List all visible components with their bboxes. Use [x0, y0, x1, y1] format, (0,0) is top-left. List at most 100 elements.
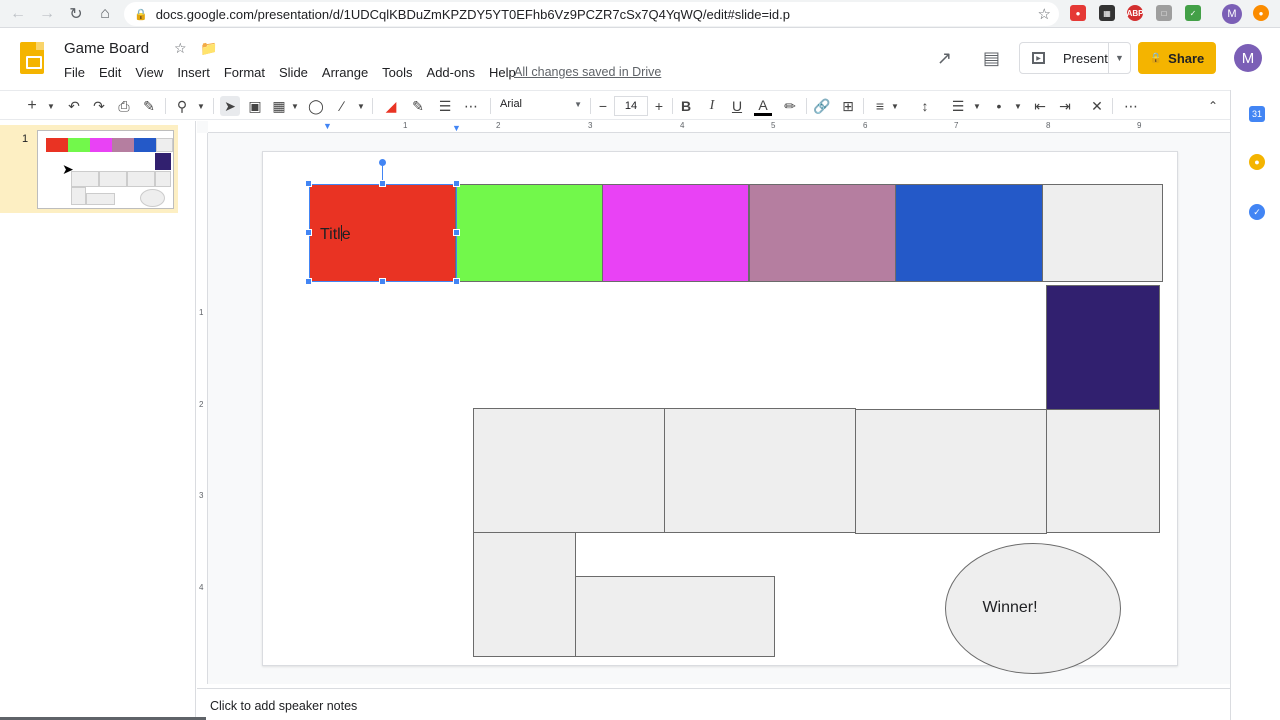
- menu-arrange[interactable]: Arrange: [322, 65, 368, 80]
- forward-icon[interactable]: →: [33, 0, 61, 28]
- undo-icon[interactable]: ↶: [66, 96, 82, 116]
- vertical-ruler[interactable]: 1 2 3 4: [197, 133, 208, 684]
- fill-color-icon[interactable]: ◢: [382, 96, 400, 116]
- board-space-navy[interactable]: [1046, 285, 1160, 410]
- print-icon[interactable]: ⎙: [116, 96, 132, 116]
- bulleted-list-icon[interactable]: •: [991, 96, 1007, 116]
- menu-help[interactable]: Help: [489, 65, 516, 80]
- rotation-handle[interactable]: [379, 159, 386, 166]
- bulleted-list-dropdown-icon[interactable]: ▼: [1013, 96, 1023, 116]
- clear-formatting-icon[interactable]: ✕: [1088, 96, 1106, 116]
- menu-insert[interactable]: Insert: [177, 65, 210, 80]
- redo-icon[interactable]: ↷: [91, 96, 107, 116]
- adblock-icon[interactable]: ABP: [1127, 5, 1143, 21]
- move-folder-icon[interactable]: 📁: [200, 40, 217, 57]
- calendar-icon[interactable]: 31: [1249, 106, 1265, 122]
- font-family-select[interactable]: Arial ▼: [500, 98, 582, 110]
- zoom-icon[interactable]: ⚲: [174, 96, 190, 116]
- horizontal-ruler[interactable]: 1 2 3 4 5 6 7 8 9 ▼ ▼: [208, 121, 1230, 133]
- qr-code-icon[interactable]: ▦: [1099, 5, 1115, 21]
- slide-canvas[interactable]: Title Winner!: [262, 151, 1178, 674]
- winner-oval[interactable]: Winner!: [945, 543, 1121, 674]
- board-space-gray[interactable]: [575, 576, 775, 657]
- menu-view[interactable]: View: [135, 65, 163, 80]
- menu-format[interactable]: Format: [224, 65, 265, 80]
- browser-profile-avatar[interactable]: M: [1222, 4, 1242, 24]
- align-icon[interactable]: ≡: [872, 96, 888, 116]
- board-space-gray[interactable]: [473, 532, 576, 657]
- collapse-toolbar-icon[interactable]: ⌃: [1205, 96, 1221, 116]
- account-avatar[interactable]: M: [1234, 44, 1262, 72]
- zoom-dropdown-icon[interactable]: ▼: [196, 96, 206, 116]
- image-icon[interactable]: ▦: [271, 96, 287, 116]
- select-cursor-icon[interactable]: ➤: [220, 96, 240, 116]
- add-comment-icon[interactable]: ⊞: [839, 96, 857, 116]
- numbered-list-dropdown-icon[interactable]: ▼: [972, 96, 982, 116]
- board-space-gray[interactable]: [855, 409, 1047, 534]
- present-button[interactable]: ▶ Present ▼: [1019, 42, 1131, 74]
- board-space-gray[interactable]: [473, 408, 665, 533]
- resize-handle-sw[interactable]: [305, 278, 312, 285]
- resize-handle-nw[interactable]: [305, 180, 312, 187]
- text-color-button[interactable]: A: [754, 96, 772, 116]
- new-slide-dropdown-icon[interactable]: ▼: [46, 96, 56, 116]
- align-dropdown-icon[interactable]: ▼: [890, 96, 900, 116]
- extension-orange-icon[interactable]: ●: [1253, 5, 1269, 21]
- increase-font-size-icon[interactable]: +: [651, 96, 667, 116]
- italic-button[interactable]: I: [704, 96, 720, 116]
- resize-handle-e[interactable]: [453, 229, 460, 236]
- highlight-color-icon[interactable]: ✏: [781, 96, 799, 116]
- home-icon[interactable]: ⌂: [91, 0, 119, 28]
- speaker-notes[interactable]: Click to add speaker notes: [197, 688, 1230, 720]
- menu-slide[interactable]: Slide: [279, 65, 308, 80]
- paint-format-icon[interactable]: ✎: [141, 96, 157, 116]
- menu-file[interactable]: File: [64, 65, 85, 80]
- activity-trend-icon[interactable]: ↗: [937, 48, 952, 69]
- reload-icon[interactable]: ↻: [62, 0, 90, 28]
- more-options-icon[interactable]: ⋯: [1121, 96, 1141, 116]
- menu-add-ons[interactable]: Add-ons: [427, 65, 475, 80]
- star-icon[interactable]: ☆: [174, 40, 187, 57]
- resize-handle-n[interactable]: [379, 180, 386, 187]
- slide-thumbnail-row[interactable]: 1: [0, 125, 178, 213]
- image-dropdown-icon[interactable]: ▼: [290, 96, 300, 116]
- board-space-gray[interactable]: [664, 408, 856, 533]
- underline-button[interactable]: U: [729, 96, 745, 116]
- bookmark-star-icon[interactable]: ☆: [1038, 5, 1051, 23]
- back-icon[interactable]: ←: [4, 0, 32, 28]
- board-space-blue[interactable]: [895, 184, 1043, 282]
- save-status[interactable]: All changes saved in Drive: [514, 65, 661, 79]
- shape-icon[interactable]: ◯: [307, 96, 325, 116]
- board-space-mauve[interactable]: [749, 184, 896, 282]
- keep-icon[interactable]: ●: [1249, 154, 1265, 170]
- bold-button[interactable]: B: [678, 96, 694, 116]
- line-icon[interactable]: ∕: [334, 96, 350, 116]
- slide-thumbnail[interactable]: [37, 130, 174, 209]
- share-button[interactable]: 🔒 Share: [1138, 42, 1216, 74]
- board-space-gray[interactable]: [1042, 184, 1163, 282]
- text-box-icon[interactable]: ▣: [246, 96, 264, 116]
- address-bar[interactable]: 🔒 docs.google.com/presentation/d/1UDCqlK…: [124, 2, 1059, 26]
- extension-green-icon[interactable]: ✓: [1185, 5, 1201, 21]
- increase-indent-icon[interactable]: ⇥: [1056, 96, 1074, 116]
- line-dropdown-icon[interactable]: ▼: [356, 96, 366, 116]
- right-indent-marker-icon[interactable]: ▼: [452, 123, 461, 133]
- border-weight-icon[interactable]: ☰: [436, 96, 454, 116]
- board-space-gray[interactable]: [1046, 409, 1160, 533]
- resize-handle-s[interactable]: [379, 278, 386, 285]
- resize-handle-w[interactable]: [305, 229, 312, 236]
- resize-handle-ne[interactable]: [453, 180, 460, 187]
- numbered-list-icon[interactable]: ☰: [950, 96, 966, 116]
- border-dash-icon[interactable]: ⋯: [462, 96, 480, 116]
- document-title[interactable]: Game Board: [64, 40, 149, 57]
- line-spacing-icon[interactable]: ↕: [916, 96, 934, 116]
- menu-edit[interactable]: Edit: [99, 65, 121, 80]
- resize-handle-se[interactable]: [453, 278, 460, 285]
- border-color-icon[interactable]: ✎: [409, 96, 427, 116]
- board-space-magenta[interactable]: [602, 184, 749, 282]
- extension-gray-icon[interactable]: □: [1156, 5, 1172, 21]
- extension-red-icon[interactable]: ●: [1070, 5, 1086, 21]
- menu-tools[interactable]: Tools: [382, 65, 412, 80]
- new-slide-icon[interactable]: +: [24, 96, 40, 116]
- decrease-font-size-icon[interactable]: −: [595, 96, 611, 116]
